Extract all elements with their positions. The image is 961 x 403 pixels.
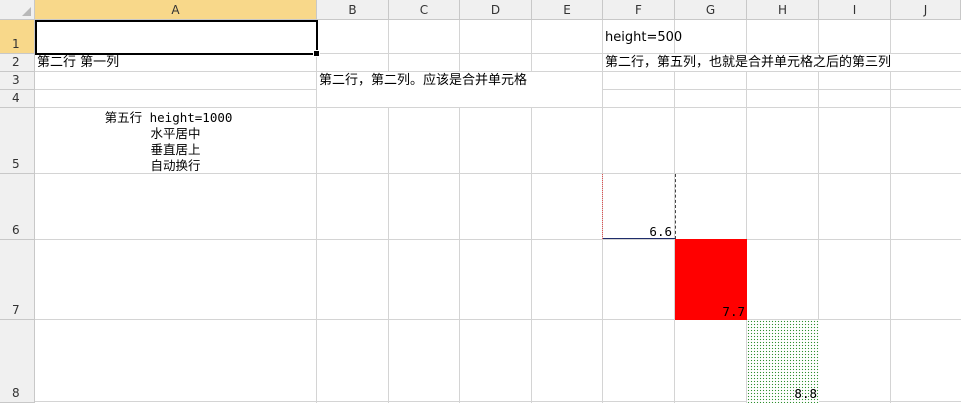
cell-f2-text: 第二行，第五列，也就是合并单元格之后的第三列 [605,55,892,70]
column-header-h[interactable]: H [747,0,819,20]
cell-h8-text: 8.8 [794,386,817,401]
column-header-e[interactable]: E [532,0,603,20]
row-header-7[interactable]: 7 [0,240,35,320]
active-cell-a1[interactable] [35,20,318,55]
row-header-6[interactable]: 6 [0,174,35,240]
column-header-j[interactable]: J [891,0,961,20]
cell-a5-line: 自动换行 [150,158,201,173]
gridline [890,20,891,403]
row-header-8[interactable]: 8 [0,320,35,403]
cell-a2-text: 第二行 第一列 [37,55,120,70]
row-header-1[interactable]: 1 [0,20,35,54]
column-header-f[interactable]: F [603,0,675,20]
row-header-3[interactable]: 3 [0,72,35,90]
fill-handle[interactable] [313,50,320,57]
gridline [35,401,961,402]
row-header-2[interactable]: 2 [0,54,35,72]
column-header-b[interactable]: B [317,0,389,20]
column-header-d[interactable]: D [460,0,532,20]
cell-f6-text: 6.6 [649,224,672,239]
select-all-icon [22,7,31,16]
select-all-corner[interactable] [0,0,35,20]
column-header-i[interactable]: I [819,0,891,20]
cell-b3-text: 第二行，第二列。应该是合并单元格 [319,73,528,88]
cell-g7-text: 7.7 [722,304,745,319]
cell-a5-line: 水平居中 [150,126,201,141]
cell-a5-line: 垂直居上 [150,142,201,157]
column-header-a[interactable]: A [35,0,317,20]
row-header-4[interactable]: 4 [0,90,35,108]
cell-f6-right-border [675,174,676,239]
cell-a5-line: 第五行 height=1000 [104,110,233,125]
gridline [35,239,961,240]
row-header-5[interactable]: 5 [0,108,35,174]
column-header-c[interactable]: C [389,0,460,20]
gridline [35,173,961,174]
column-header-g[interactable]: G [675,0,747,20]
cell-a5-text: 第五行 height=1000 水平居中 垂直居上 自动换行 [35,108,316,173]
cell-f1-text: height=500 [605,30,683,45]
gridline [35,319,961,320]
